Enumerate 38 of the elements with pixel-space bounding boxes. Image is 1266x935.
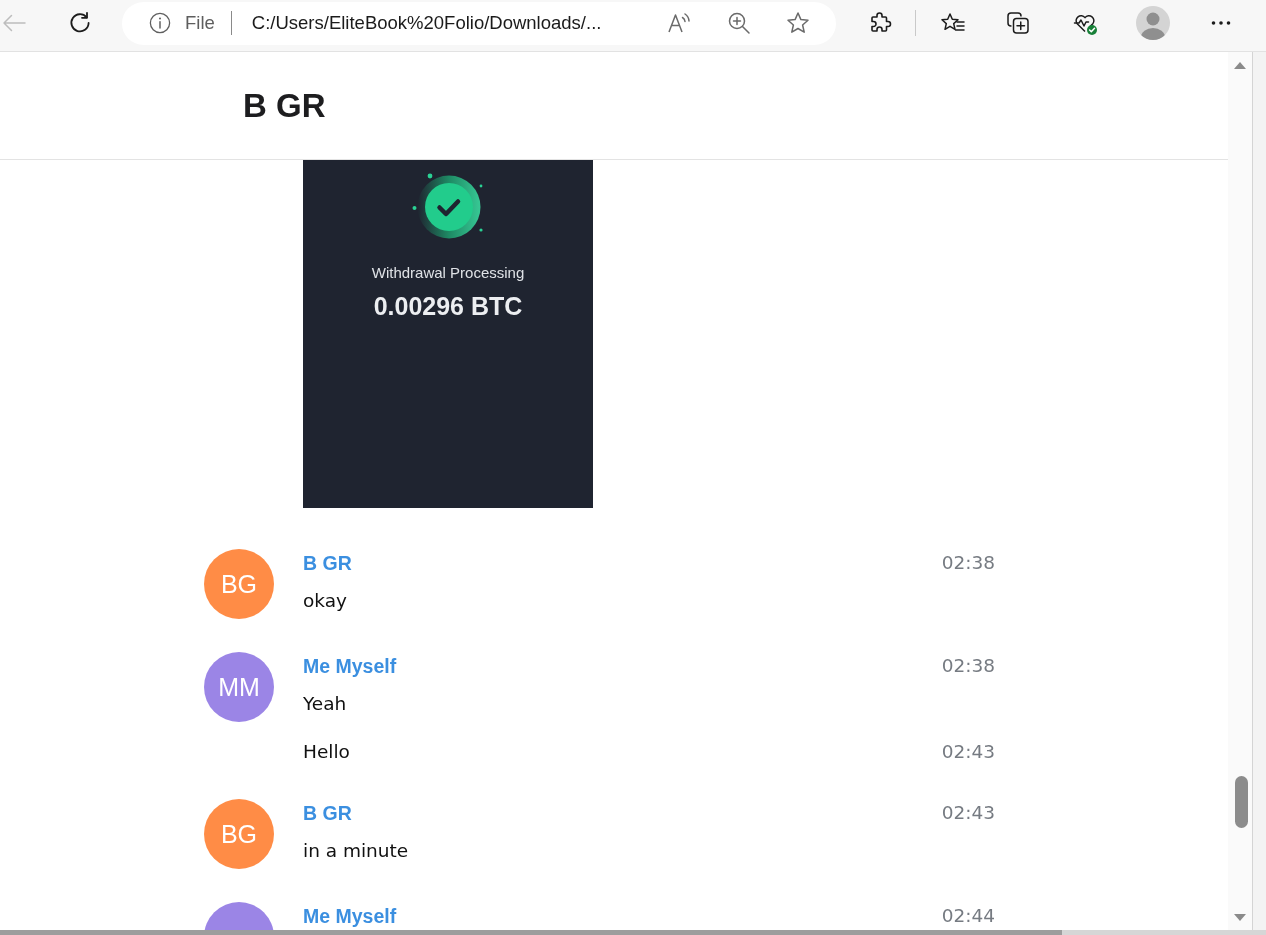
read-aloud-icon[interactable]	[667, 11, 691, 35]
scrollbar-thumb[interactable]	[1234, 776, 1248, 828]
star-icon[interactable]	[786, 11, 810, 35]
message-time: 02:44	[941, 904, 995, 928]
url-text[interactable]: C:/Users/EliteBook%20Folio/Downloads/...	[251, 12, 602, 34]
zoom-in-icon[interactable]	[727, 11, 751, 35]
message-text: Hello	[303, 740, 350, 764]
message-time: 02:38	[941, 551, 995, 575]
address-bar[interactable]: File C:/Users/EliteBook%20Folio/Downloads/...	[122, 1, 836, 45]
puzzle-icon[interactable]	[868, 11, 892, 35]
horizontal-scrollbar[interactable]	[0, 930, 1266, 935]
info-icon[interactable]	[149, 12, 171, 34]
scroll-down-arrow-icon[interactable]	[1234, 914, 1246, 921]
sender-name[interactable]: Me Myself	[303, 902, 397, 930]
avatar: BG	[204, 799, 274, 869]
message-text: Yeah	[303, 692, 347, 716]
message-time: 02:38	[941, 654, 995, 678]
check-circle-icon	[412, 173, 484, 241]
chat-title: B GR	[243, 85, 326, 126]
message-time: 02:43	[941, 740, 995, 764]
site-info-label[interactable]: File	[185, 12, 215, 34]
vertical-scrollbar[interactable]	[1228, 52, 1253, 930]
avatar: BG	[204, 549, 274, 619]
withdrawal-amount: 0.00296 BTC	[373, 291, 523, 321]
withdrawal-screenshot[interactable]: Withdrawal Processing 0.00296 BTC	[303, 160, 593, 508]
scrollbar-thumb[interactable]	[0, 930, 1062, 935]
collections-icon[interactable]	[1006, 11, 1030, 35]
message-text: in a minute	[303, 839, 409, 863]
message-text: okay	[303, 589, 347, 613]
scroll-up-arrow-icon[interactable]	[1234, 62, 1246, 69]
avatar: MM	[204, 652, 274, 722]
sender-name[interactable]: Me Myself	[303, 652, 397, 680]
sender-name[interactable]: B GR	[303, 549, 352, 577]
reload-icon[interactable]	[68, 11, 92, 35]
message-time: 02:43	[941, 801, 995, 825]
withdrawal-status-text: Withdrawal Processing	[371, 263, 525, 283]
sender-name[interactable]: B GR	[303, 799, 352, 827]
profile-avatar-icon[interactable]	[1136, 6, 1170, 40]
